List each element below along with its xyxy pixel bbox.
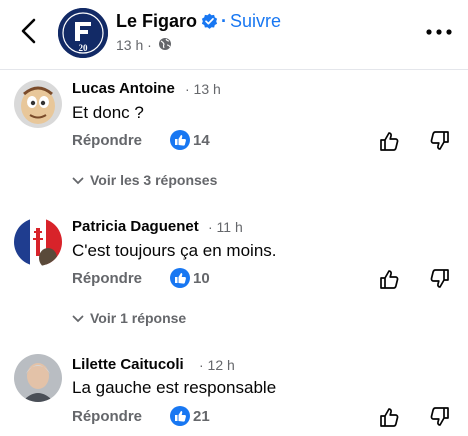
- comment-author[interactable]: Lucas Antoine: [72, 80, 175, 97]
- chevron-down-icon: [72, 177, 84, 185]
- thumb-up-icon[interactable]: [379, 130, 401, 152]
- view-replies-label: Voir 1 réponse: [90, 310, 187, 326]
- reply-button[interactable]: Répondre: [72, 132, 142, 149]
- avatar-year: 20: [79, 43, 89, 53]
- comment-time: · 11 h: [208, 219, 243, 235]
- post-time: 13 h ·: [116, 37, 152, 53]
- comment-time: · 13 h: [185, 81, 221, 97]
- like-badge-icon: [170, 268, 190, 288]
- like-count: 14: [193, 132, 210, 149]
- like-badge-icon: [170, 130, 190, 150]
- comment-text: C'est toujours ça en moins.: [72, 241, 277, 260]
- avatar[interactable]: [14, 354, 62, 402]
- chevron-down-icon: [72, 315, 84, 323]
- back-arrow-icon[interactable]: [16, 16, 42, 46]
- comment-text: Et donc ?: [72, 103, 144, 122]
- thumb-down-icon[interactable]: [428, 268, 450, 290]
- verified-badge-icon: [201, 13, 218, 29]
- like-count: 21: [193, 408, 210, 425]
- reply-button[interactable]: Répondre: [72, 270, 142, 287]
- view-replies-label: Voir les 3 réponses: [90, 172, 218, 188]
- thumb-down-icon[interactable]: [428, 130, 450, 152]
- comment-author[interactable]: Lilette Caitucoli: [72, 356, 184, 373]
- comment-author[interactable]: Patricia Daguenet: [72, 218, 199, 235]
- more-icon[interactable]: [425, 28, 453, 36]
- view-replies-link[interactable]: Voir 1 réponse: [72, 310, 186, 326]
- like-count: 10: [193, 270, 210, 287]
- thumb-up-icon[interactable]: [379, 268, 401, 290]
- like-badge-icon: [170, 406, 190, 426]
- comment-text: La gauche est responsable: [72, 378, 277, 397]
- thumb-up-icon[interactable]: [379, 406, 401, 428]
- view-replies-link[interactable]: Voir les 3 réponses: [72, 172, 217, 188]
- page-name[interactable]: Le Figaro: [116, 11, 197, 32]
- avatar[interactable]: [14, 80, 62, 128]
- avatar[interactable]: [14, 218, 62, 266]
- follow-button[interactable]: Suivre: [230, 11, 281, 32]
- comment-time: · 12 h: [199, 357, 235, 373]
- reply-button[interactable]: Répondre: [72, 408, 142, 425]
- globe-icon: [159, 38, 171, 50]
- post-header: 20 Le Figaro · Suivre 13 h ·: [0, 0, 468, 70]
- separator-dot: ·: [221, 11, 227, 31]
- thumb-down-icon[interactable]: [428, 406, 450, 428]
- page-avatar[interactable]: 20: [58, 8, 108, 58]
